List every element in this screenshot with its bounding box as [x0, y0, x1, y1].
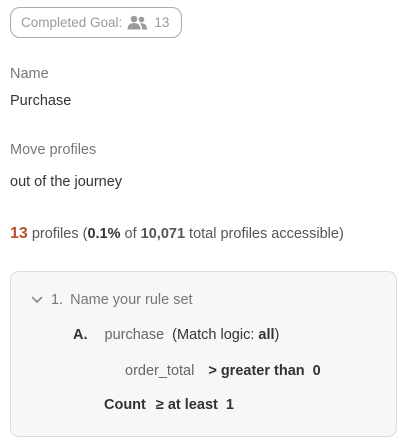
- match-logic-value: all: [258, 327, 275, 343]
- profile-count: 13: [10, 225, 28, 242]
- profiles-text: profiles (: [31, 226, 88, 242]
- rule-set-header[interactable]: 1. Name your rule set: [31, 292, 193, 308]
- rule-letter: A.: [73, 327, 88, 343]
- name-label: Name: [10, 66, 49, 82]
- profile-percent: 0.1%: [87, 226, 121, 242]
- rule-set-title: Name your rule set: [70, 292, 193, 308]
- count-label: Count: [104, 397, 146, 413]
- rule-set-index: 1.: [51, 292, 64, 308]
- condition-row: order_total > greater than 0: [125, 363, 321, 379]
- name-value: Purchase: [10, 93, 72, 109]
- condition-property: order_total: [125, 363, 195, 379]
- count-value: 1: [225, 397, 234, 413]
- match-logic-prefix: (Match logic:: [172, 327, 255, 343]
- profiles-summary: 13 profiles (0.1% of 10,071 total profil…: [10, 225, 344, 243]
- of-text: of: [124, 226, 137, 242]
- move-profiles-value: out of the journey: [10, 174, 123, 190]
- move-profiles-label: Move profiles: [10, 142, 97, 158]
- summary-tail: total profiles accessible): [189, 226, 344, 242]
- rule-set-panel: 1. Name your rule set A. purchase (Match…: [10, 271, 397, 437]
- count-row: Count ≥ at least 1: [104, 397, 234, 413]
- rule-row: A. purchase (Match logic: all): [73, 327, 279, 343]
- condition-operator: > greater than: [208, 363, 305, 379]
- rule-event: purchase: [104, 327, 165, 343]
- total-profiles: 10,071: [140, 226, 186, 242]
- count-operator: ≥ at least: [155, 397, 218, 413]
- condition-value: 0: [312, 363, 321, 379]
- match-logic-suffix: ): [274, 327, 280, 343]
- people-icon: [126, 15, 148, 30]
- match-logic: (Match logic: all): [172, 327, 279, 343]
- chevron-down-icon[interactable]: [31, 296, 43, 304]
- completed-goal-badge[interactable]: Completed Goal: 13: [10, 7, 182, 38]
- badge-count: 13: [154, 15, 170, 30]
- badge-label: Completed Goal:: [21, 15, 123, 30]
